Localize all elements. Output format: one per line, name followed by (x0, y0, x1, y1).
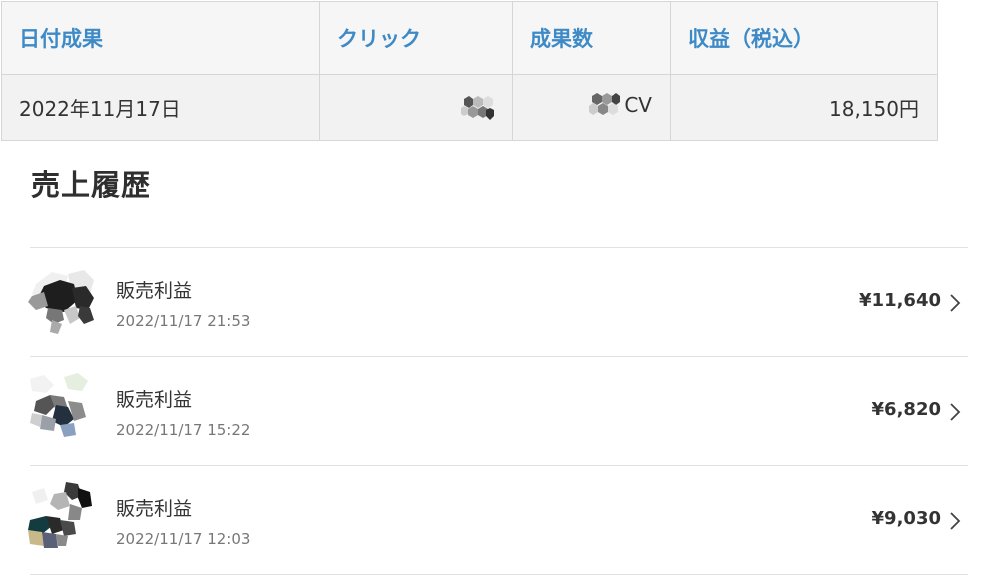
conversions-unit: CV (624, 93, 652, 117)
row-conversions: CV (512, 74, 671, 141)
header-date: 日付成果 (1, 1, 320, 75)
history-item-time: 2022/11/17 15:22 (116, 421, 251, 439)
sales-history-item[interactable]: 販売利益 2022/11/17 12:03 ¥9,030 (28, 466, 968, 575)
history-item-label: 販売利益 (116, 498, 193, 520)
chevron-right-icon (950, 403, 961, 421)
sales-history-item[interactable]: 販売利益 2022/11/17 21:53 ¥11,640 (28, 248, 968, 357)
header-conversions: 成果数 (512, 1, 671, 75)
product-thumbnail (28, 482, 92, 548)
header-revenue: 収益（税込） (670, 1, 938, 75)
history-item-amount: ¥11,640 (859, 290, 941, 311)
sales-history-list: 販売利益 2022/11/17 21:53 ¥11,640 販売利益 2022/… (28, 247, 968, 575)
redacted-mosaic-icon (461, 95, 494, 120)
report-header-row: 日付成果 クリック 成果数 収益（税込） (1, 1, 938, 75)
history-item-amount: ¥6,820 (871, 399, 941, 420)
sales-history-item[interactable]: 販売利益 2022/11/17 15:22 ¥6,820 (30, 357, 968, 466)
report-data-row: 2022年11月17日 CV 18,150円 (1, 74, 938, 141)
history-item-label: 販売利益 (116, 389, 193, 411)
history-item-label: 販売利益 (116, 280, 193, 302)
chevron-right-icon (950, 294, 961, 312)
redacted-mosaic-icon (589, 93, 621, 115)
history-item-time: 2022/11/17 21:53 (116, 312, 251, 330)
row-clicks (319, 74, 513, 141)
history-item-time: 2022/11/17 12:03 (116, 530, 251, 548)
history-item-amount: ¥9,030 (871, 508, 941, 529)
product-thumbnail (28, 270, 94, 334)
product-thumbnail (30, 373, 88, 437)
chevron-right-icon (950, 512, 961, 530)
header-clicks: クリック (319, 1, 513, 75)
row-revenue: 18,150円 (670, 74, 938, 141)
row-date: 2022年11月17日 (1, 74, 320, 141)
sales-history-title: 売上履歴 (31, 168, 152, 202)
report-table: 日付成果 クリック 成果数 収益（税込） 2022年11月17日 CV 18,1… (1, 1, 938, 141)
